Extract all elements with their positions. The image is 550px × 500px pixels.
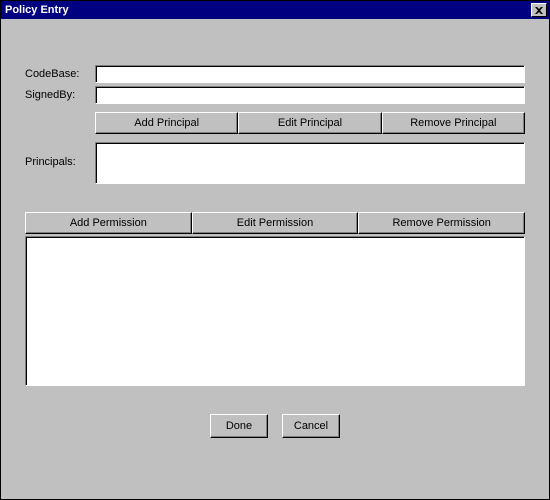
permissions-list[interactable] bbox=[25, 236, 525, 386]
principals-row: Principals: bbox=[25, 142, 525, 184]
principals-list[interactable] bbox=[95, 142, 525, 184]
codebase-input[interactable] bbox=[95, 65, 525, 83]
codebase-label: CodeBase: bbox=[25, 68, 95, 80]
edit-permission-label: Edit Permission bbox=[237, 217, 313, 229]
close-button[interactable] bbox=[531, 3, 547, 17]
remove-permission-button[interactable]: Remove Permission bbox=[358, 212, 525, 234]
done-label: Done bbox=[226, 420, 252, 432]
dialog-content: CodeBase: SignedBy: Add Principal Edit P… bbox=[1, 19, 549, 499]
permission-button-row: Add Permission Edit Permission Remove Pe… bbox=[25, 212, 525, 234]
add-principal-label: Add Principal bbox=[134, 117, 199, 129]
cancel-button[interactable]: Cancel bbox=[282, 414, 340, 438]
window-title: Policy Entry bbox=[5, 4, 69, 16]
add-principal-button[interactable]: Add Principal bbox=[95, 112, 238, 134]
remove-principal-label: Remove Principal bbox=[410, 117, 496, 129]
signedby-input[interactable] bbox=[95, 86, 525, 104]
principal-button-row: Add Principal Edit Principal Remove Prin… bbox=[95, 112, 525, 134]
close-icon bbox=[535, 7, 543, 14]
edit-principal-label: Edit Principal bbox=[278, 117, 342, 129]
policy-entry-dialog: Policy Entry CodeBase: SignedBy: Add Pri… bbox=[0, 0, 550, 500]
add-permission-button[interactable]: Add Permission bbox=[25, 212, 192, 234]
add-permission-label: Add Permission bbox=[70, 217, 147, 229]
signedby-label: SignedBy: bbox=[25, 89, 95, 101]
principals-label: Principals: bbox=[25, 142, 95, 184]
edit-principal-button[interactable]: Edit Principal bbox=[238, 112, 381, 134]
remove-permission-label: Remove Permission bbox=[392, 217, 490, 229]
titlebar: Policy Entry bbox=[1, 1, 549, 19]
done-button[interactable]: Done bbox=[210, 414, 268, 438]
signedby-row: SignedBy: bbox=[25, 86, 525, 104]
action-button-row: Done Cancel bbox=[25, 414, 525, 438]
remove-principal-button[interactable]: Remove Principal bbox=[382, 112, 525, 134]
cancel-label: Cancel bbox=[294, 420, 328, 432]
edit-permission-button[interactable]: Edit Permission bbox=[192, 212, 359, 234]
codebase-row: CodeBase: bbox=[25, 65, 525, 83]
